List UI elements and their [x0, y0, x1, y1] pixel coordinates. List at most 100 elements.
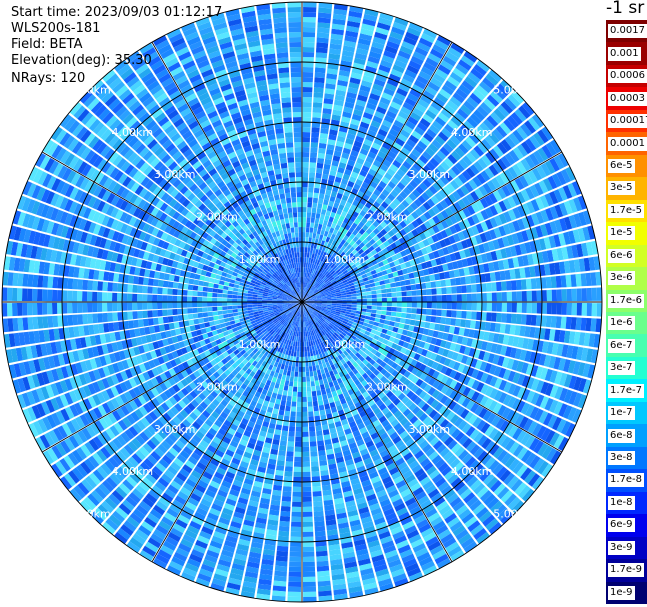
range-bin — [309, 436, 317, 442]
range-bin — [336, 298, 342, 300]
range-bin — [280, 399, 286, 406]
range-bin — [322, 424, 329, 431]
range-bin — [450, 318, 457, 326]
range-bin — [303, 331, 306, 337]
range-bin — [284, 380, 290, 386]
range-bin — [411, 308, 417, 314]
range-bin — [318, 218, 324, 225]
range-bin — [551, 289, 557, 302]
range-bin — [282, 491, 292, 497]
range-bin — [292, 501, 302, 507]
range-bin — [371, 309, 377, 314]
range-bin — [292, 486, 302, 492]
range-bin — [309, 167, 316, 173]
range-bin — [404, 318, 411, 325]
range-bin — [275, 560, 288, 567]
range-bin — [466, 311, 472, 320]
range-bin — [536, 302, 542, 314]
range-bin — [307, 406, 314, 412]
range-bin — [302, 366, 306, 372]
range-bin — [361, 298, 367, 302]
range-bin — [361, 292, 367, 296]
range-bin — [279, 404, 286, 411]
range-bin — [302, 401, 308, 407]
range-bin — [324, 215, 330, 222]
range-bin — [581, 303, 587, 316]
range-bin — [310, 217, 315, 223]
range-bin — [386, 292, 392, 298]
range-bin — [279, 440, 287, 447]
range-bin — [288, 581, 301, 587]
range-bin — [401, 302, 407, 308]
range-bin — [395, 281, 401, 287]
range-bin — [386, 297, 392, 302]
range-bin — [316, 560, 329, 567]
range-bin — [366, 294, 372, 299]
range-bin — [351, 299, 357, 302]
range-bin — [314, 525, 326, 532]
range-bin — [416, 289, 422, 296]
range-bin — [274, 565, 288, 572]
range-bin — [281, 496, 292, 502]
range-bin — [370, 313, 376, 318]
range-bin — [304, 351, 308, 357]
range-bin — [446, 310, 452, 318]
range-bin — [305, 371, 310, 377]
range-bin — [324, 194, 331, 201]
range-bin — [366, 309, 372, 313]
range-bin — [287, 596, 301, 602]
range-bin — [279, 368, 284, 375]
range-bin — [310, 142, 319, 148]
range-bin — [391, 292, 397, 297]
range-bin — [565, 274, 572, 288]
range-bin — [308, 411, 314, 417]
range-bin — [305, 366, 310, 372]
range-bin — [436, 302, 442, 309]
range-bin — [304, 262, 306, 268]
range-bin — [304, 346, 307, 352]
range-bin — [403, 324, 410, 331]
range-bin — [315, 213, 321, 219]
range-bin — [302, 242, 305, 248]
range-bin — [318, 590, 332, 597]
range-bin — [307, 247, 311, 253]
range-bin — [282, 390, 288, 396]
range-bin — [285, 461, 293, 467]
range-bin — [299, 351, 302, 357]
range-bin — [310, 147, 318, 153]
range-bin — [303, 576, 316, 582]
range-bin — [361, 305, 367, 309]
range-bin — [303, 272, 305, 278]
range-bin — [295, 361, 299, 367]
range-bin — [286, 451, 294, 457]
range-bin — [446, 286, 452, 294]
range-bin — [320, 368, 325, 375]
range-bin — [302, 536, 314, 542]
range-bin — [381, 306, 387, 311]
range-bin — [303, 571, 316, 577]
range-bin — [298, 336, 300, 342]
range-bin — [409, 319, 416, 326]
range-bin — [411, 302, 417, 308]
range-bin — [510, 313, 517, 324]
range-bin — [272, 590, 286, 597]
range-bin — [526, 302, 532, 314]
range-bin — [285, 405, 291, 412]
range-bin — [314, 223, 319, 229]
range-bin — [304, 247, 308, 253]
range-bin — [426, 309, 432, 316]
range-bin — [273, 575, 287, 582]
range-bin — [302, 62, 314, 68]
range-bin — [556, 302, 562, 315]
range-bin — [302, 72, 314, 78]
range-bin — [316, 167, 323, 174]
range-bin — [369, 316, 376, 322]
range-bin — [303, 586, 317, 592]
range-bin — [555, 316, 562, 329]
range-bin — [356, 302, 362, 305]
range-bin — [302, 491, 312, 497]
range-bin — [590, 318, 597, 332]
range-bin — [291, 521, 302, 527]
range-bin — [421, 295, 427, 302]
range-bin — [304, 252, 307, 258]
